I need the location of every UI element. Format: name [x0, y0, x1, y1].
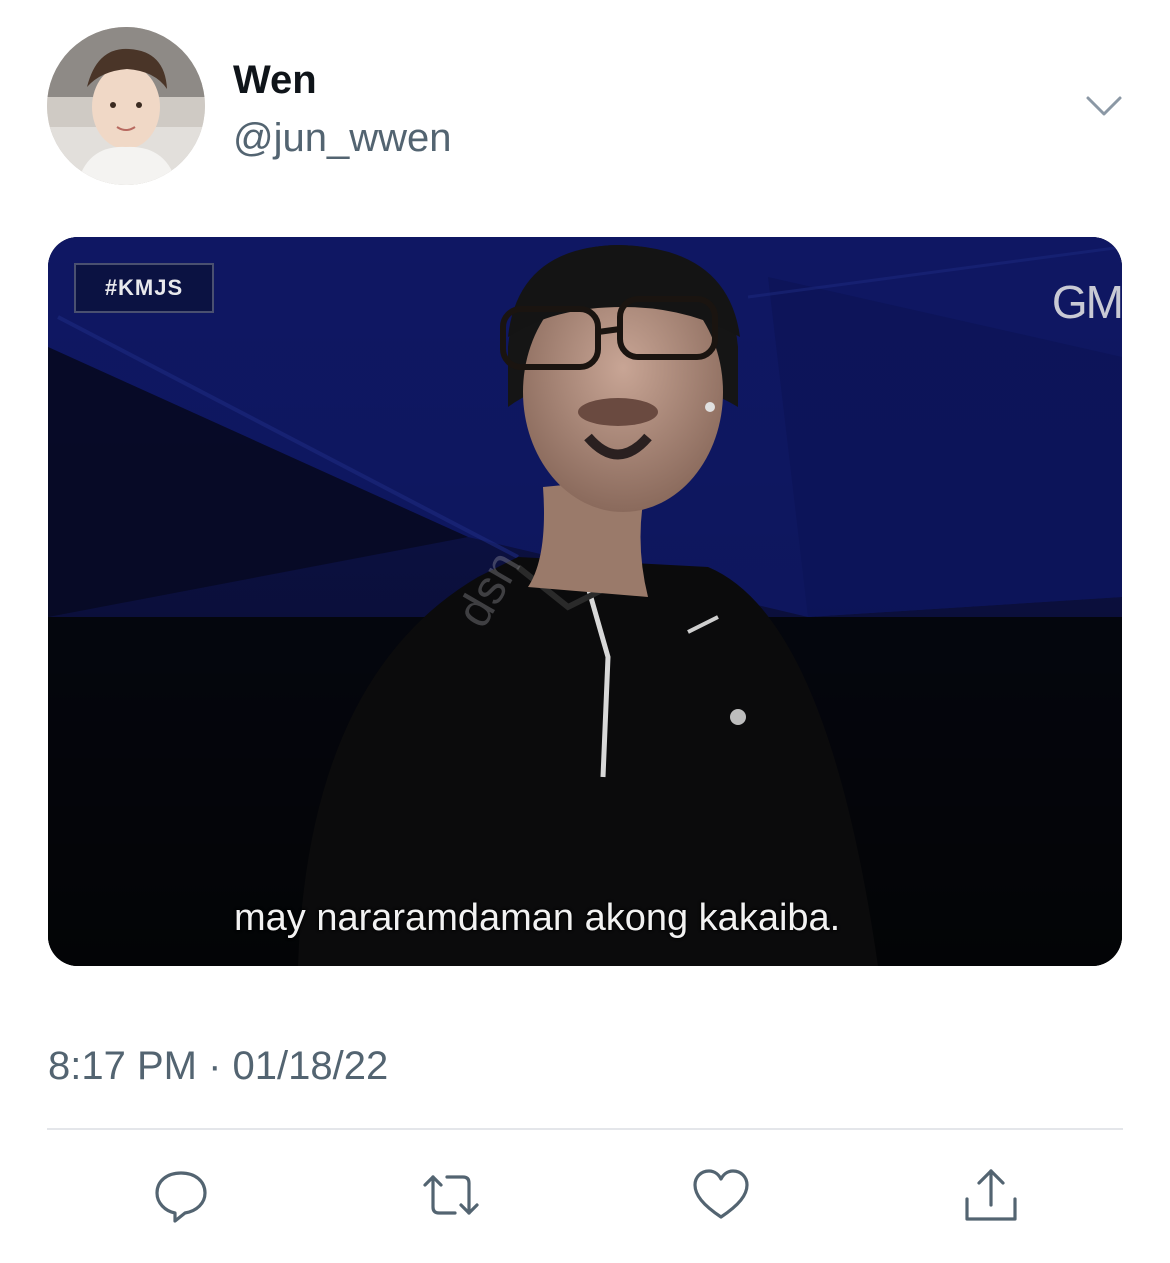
share-icon [965, 1169, 1017, 1221]
network-logo: GM [1051, 276, 1122, 328]
display-name[interactable]: Wen [233, 56, 317, 104]
chevron-down-icon[interactable] [1082, 88, 1126, 124]
avatar[interactable] [47, 27, 205, 185]
tweet-header: Wen @jun_wwen [0, 0, 1170, 210]
tweet-media-image[interactable]: #KMJS GM dsn may nararamdaman akong kaka… [48, 237, 1122, 966]
subtitle-caption: may nararamdaman akong kakaiba. [234, 897, 841, 939]
show-hashtag-badge: #KMJS [74, 263, 214, 313]
retweet-icon [423, 1175, 479, 1215]
retweet-button[interactable] [418, 1162, 484, 1228]
avatar-photo [47, 27, 205, 185]
reply-button[interactable] [148, 1162, 214, 1228]
divider [47, 1128, 1123, 1130]
meme-image [48, 237, 1122, 966]
heart-icon [693, 1169, 749, 1219]
reply-icon [155, 1171, 207, 1223]
tweet-timestamp[interactable]: 8:17 PM · 01/18/22 [48, 1042, 388, 1090]
share-button[interactable] [958, 1162, 1024, 1228]
like-button[interactable] [688, 1162, 754, 1228]
user-handle[interactable]: @jun_wwen [233, 114, 452, 162]
